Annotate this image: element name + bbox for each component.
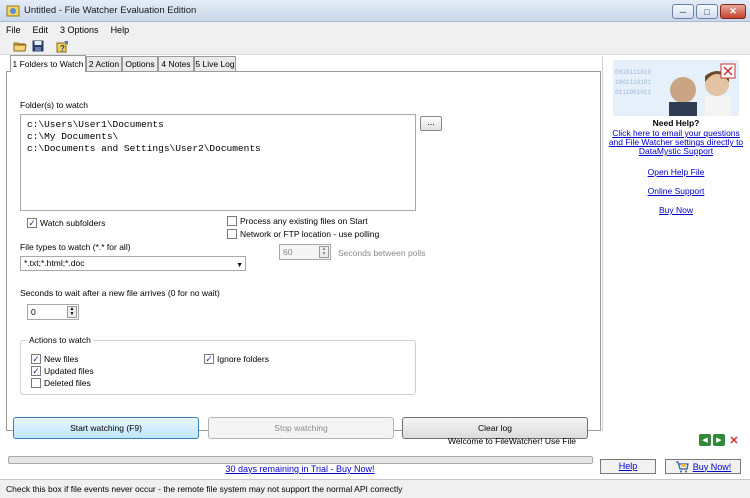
new-files-checkbox[interactable]: ✓ New files: [31, 354, 78, 364]
menu-file[interactable]: File: [0, 25, 27, 35]
minimize-button[interactable]: ─: [672, 4, 694, 19]
wait-seconds-label: Seconds to wait after a new file arrives…: [20, 288, 220, 298]
trial-buy-link[interactable]: 30 days remaining in Trial - Buy Now!: [0, 464, 600, 474]
status-bar: Check this box if file events never occu…: [0, 479, 750, 498]
menu-options[interactable]: 3 Options: [54, 25, 105, 35]
support-people-image: 0010111010 1001110101 0111001011: [613, 60, 739, 116]
filetypes-dropdown[interactable]: *.txt;*.html;*.doc ▼: [20, 256, 246, 271]
tab-folders-to-watch[interactable]: 1 Folders to Watch: [10, 55, 86, 72]
save-icon[interactable]: [30, 39, 46, 53]
deleted-files-checkbox[interactable]: Deleted files: [31, 378, 91, 388]
svg-text:0111001011: 0111001011: [615, 89, 651, 96]
buy-now-button[interactable]: Buy Now!: [665, 459, 741, 474]
need-help-heading: Need Help?: [652, 118, 700, 128]
watch-subfolders-checkbox[interactable]: ✓ Watch subfolders: [27, 218, 105, 228]
email-support-link[interactable]: Click here to email your questions and F…: [603, 129, 749, 156]
folder-line: c:\My Documents\: [27, 131, 119, 142]
poll-seconds-label: Seconds between polls: [338, 248, 426, 258]
checkbox-box: ✓: [27, 217, 37, 228]
menu-edit[interactable]: Edit: [27, 25, 55, 35]
checkbox-label: New files: [44, 354, 79, 364]
help-button[interactable]: Help: [600, 459, 656, 474]
network-ftp-checkbox[interactable]: Network or FTP location - use polling: [227, 229, 379, 239]
folders-textarea[interactable]: c:\Users\User1\Documents c:\My Documents…: [20, 114, 416, 211]
open-help-file-link[interactable]: Open Help File: [603, 167, 749, 177]
poll-seconds-spinner[interactable]: 60 ▲ ▼: [279, 244, 331, 260]
welcome-marquee: Welcome to FileWatcher! Use File: [448, 436, 577, 446]
buy-now-label: Buy Now!: [692, 461, 732, 472]
checkbox-box: [227, 229, 237, 239]
help-panel: 0010111010 1001110101 0111001011 Need He…: [602, 56, 748, 431]
checkbox-box: ✓: [31, 353, 41, 364]
filetypes-label: File types to watch (*.* for all): [20, 242, 131, 252]
checkbox-box: ✓: [204, 353, 214, 364]
checkbox-label: Deleted files: [44, 378, 91, 388]
toolbar: ?: [0, 37, 750, 55]
checkbox-box: [227, 216, 237, 226]
folders-label: Folder(s) to watch: [20, 100, 89, 110]
checkbox-label: Updated files: [44, 366, 94, 376]
title-bar: Untitled - File Watcher Evaluation Editi…: [0, 0, 750, 22]
arrow-left-icon[interactable]: ◀: [699, 434, 711, 446]
tab-options[interactable]: Options: [122, 56, 158, 71]
shopping-cart-icon: [675, 460, 689, 472]
stop-watching-button[interactable]: Stop watching: [208, 417, 394, 439]
actions-legend: Actions to watch: [27, 335, 93, 345]
arrow-right-icon[interactable]: ▶: [713, 434, 725, 446]
chevron-down-icon: ▼: [236, 262, 243, 269]
close-button[interactable]: ✕: [720, 4, 746, 19]
menu-bar: File Edit 3 Options Help: [0, 22, 750, 37]
tab-action[interactable]: 2 Action: [86, 56, 122, 71]
window-title: Untitled - File Watcher Evaluation Editi…: [24, 5, 197, 16]
app-icon: [6, 5, 20, 17]
wait-seconds-spinner[interactable]: 0 ▲ ▼: [27, 304, 79, 320]
checkbox-label: Watch subfolders: [40, 218, 106, 228]
folder-line: c:\Users\User1\Documents: [27, 119, 164, 130]
checkbox-label: Process any existing files on Start: [240, 216, 368, 226]
svg-text:?: ?: [60, 44, 65, 53]
checkbox-label: Network or FTP location - use polling: [240, 229, 380, 239]
poll-seconds-value: 60: [283, 247, 293, 257]
maximize-button[interactable]: □: [696, 4, 718, 19]
svg-text:1001110101: 1001110101: [615, 79, 651, 86]
folder-line: c:\Documents and Settings\User2\Document…: [27, 143, 261, 154]
tab-notes[interactable]: 4 Notes: [158, 56, 194, 71]
tab-live-log[interactable]: 5 Live Log: [194, 56, 236, 71]
menu-help[interactable]: Help: [105, 25, 136, 35]
progress-bar: [8, 456, 593, 464]
checkbox-box: ✓: [31, 365, 41, 376]
checkbox-label: Ignore folders: [217, 354, 269, 364]
svg-text:0010111010: 0010111010: [615, 69, 651, 76]
start-watching-button[interactable]: Start watching (F9): [13, 417, 199, 439]
updated-files-checkbox[interactable]: ✓ Updated files: [31, 366, 94, 376]
spinner-arrows-icon[interactable]: ▲ ▼: [319, 246, 329, 258]
buy-now-link[interactable]: Buy Now: [603, 205, 749, 215]
ignore-folders-checkbox[interactable]: ✓ Ignore folders: [204, 354, 269, 364]
checkbox-box: [31, 378, 41, 388]
online-support-link[interactable]: Online Support: [603, 186, 749, 196]
wait-seconds-value: 0: [31, 307, 36, 317]
close-marquee-icon[interactable]: ✕: [728, 434, 740, 447]
tab-panel: Folder(s) to watch c:\Users\User1\Docume…: [6, 71, 601, 439]
info-icon[interactable]: ?: [54, 39, 70, 53]
open-folder-icon[interactable]: [12, 39, 28, 53]
actions-group: Actions to watch ✓ New files ✓ Updated f…: [20, 335, 416, 395]
filetypes-value: *.txt;*.html;*.doc: [24, 258, 85, 268]
process-existing-checkbox[interactable]: Process any existing files on Start: [227, 216, 368, 226]
spinner-arrows-icon[interactable]: ▲ ▼: [67, 306, 77, 318]
browse-button[interactable]: ...: [420, 116, 442, 131]
main-panel: 1 Folders to Watch 2 Action Options 4 No…: [6, 55, 601, 439]
